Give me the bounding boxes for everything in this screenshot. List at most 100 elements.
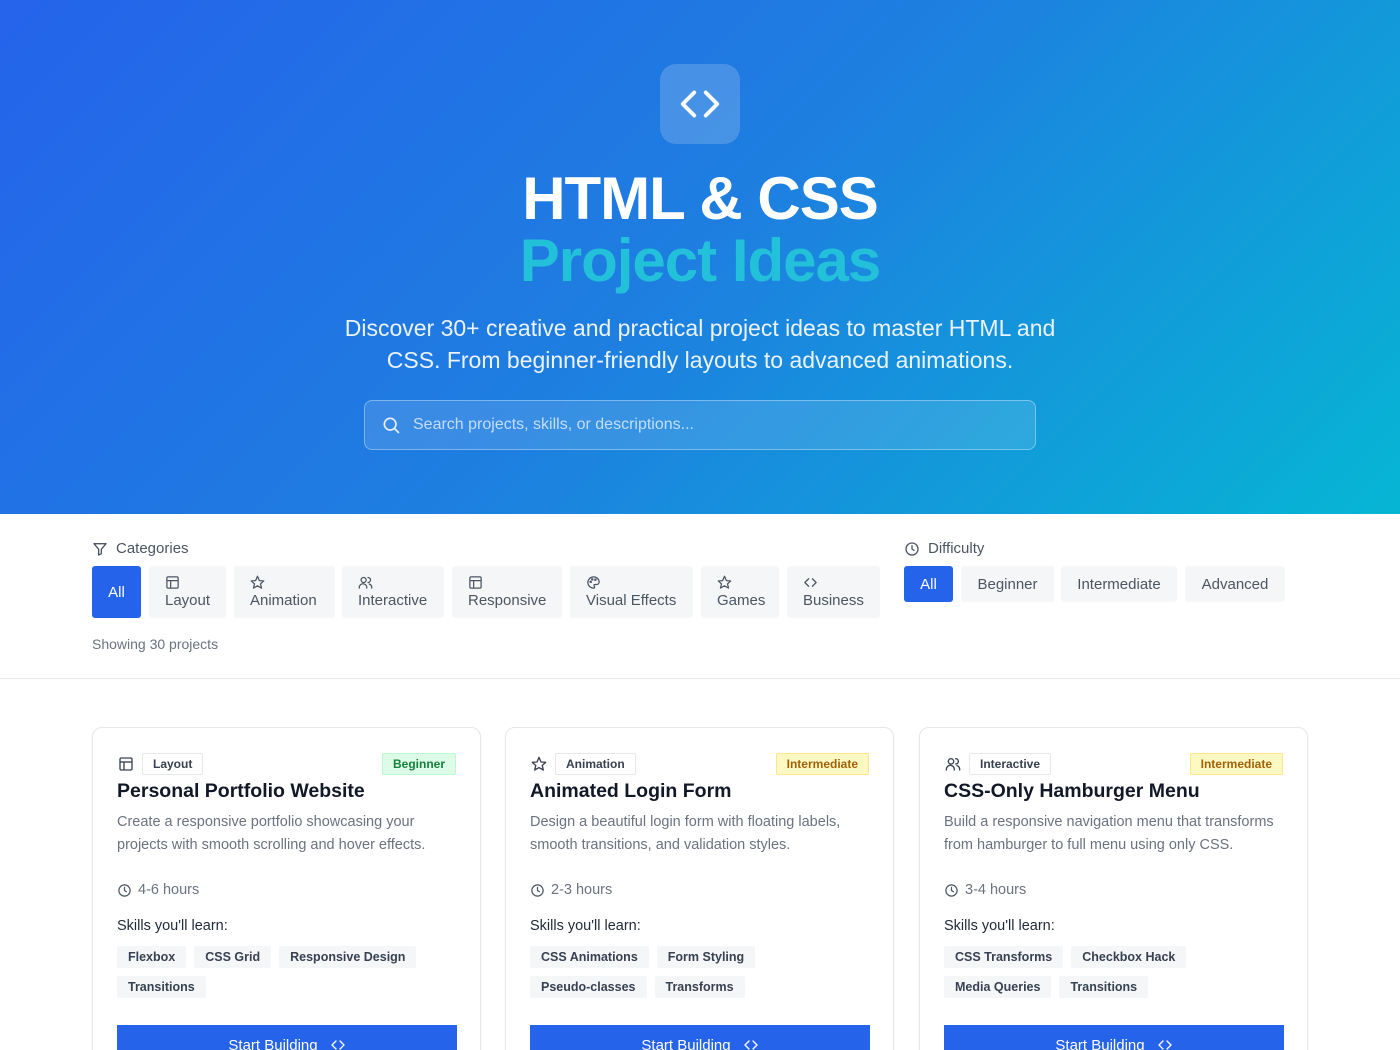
category-tag: Animation: [555, 753, 636, 775]
start-building-button[interactable]: Start Building: [944, 1025, 1284, 1050]
star-icon: [250, 575, 265, 589]
code-icon: [743, 1040, 758, 1050]
category-chip-label: Animation: [250, 592, 317, 609]
skill-tag: Checkbox Hack: [1071, 946, 1187, 968]
project-card: Interactive Intermediate CSS-Only Hambur…: [919, 727, 1308, 1050]
category-chip-all[interactable]: All: [92, 566, 141, 618]
category-chip-animation[interactable]: Animation: [234, 566, 335, 618]
skill-tag: Form Styling: [656, 946, 756, 968]
card-description: Build a responsive navigation menu that …: [944, 814, 1274, 853]
category-chip-business[interactable]: Business: [787, 566, 880, 618]
categories-label: Categories: [116, 540, 189, 557]
users-icon: [358, 576, 373, 589]
start-building-label: Start Building: [228, 1036, 318, 1050]
filters-panel: Categories All Layout Animation Interact…: [0, 514, 1400, 679]
difficulty-badge: Intermediate: [1189, 753, 1283, 775]
skill-tag: Pseudo-classes: [530, 976, 647, 998]
start-building-button[interactable]: Start Building: [117, 1025, 457, 1050]
category-chip-visual-effects[interactable]: Visual Effects: [570, 566, 693, 618]
difficulty-chip-label: All: [920, 575, 937, 593]
difficulty-chip-intermediate[interactable]: Intermediate: [1061, 566, 1177, 602]
category-chip-interactive[interactable]: Interactive: [342, 566, 444, 618]
skills-list: CSS Animations Form Styling Pseudo-class…: [530, 946, 875, 998]
duration: 3-4 hours: [944, 882, 1026, 898]
star-icon: [531, 756, 547, 772]
duration-text: 3-4 hours: [965, 882, 1027, 898]
duration: 4-6 hours: [117, 882, 199, 898]
layout-icon: [118, 756, 134, 772]
duration-text: 2-3 hours: [551, 882, 613, 898]
skill-tag: Responsive Design: [279, 946, 417, 968]
categories-heading: Categories: [92, 540, 189, 557]
skill-tag: Transitions: [117, 976, 206, 998]
start-building-label: Start Building: [641, 1036, 731, 1050]
category-tag: Layout: [142, 753, 204, 775]
start-building-button[interactable]: Start Building: [530, 1025, 870, 1050]
project-card: Layout Beginner Personal Portfolio Websi…: [92, 727, 481, 1050]
skill-tag: Flexbox: [117, 946, 187, 968]
skill-tag: Media Queries: [944, 976, 1052, 998]
difficulty-chip-advanced[interactable]: Advanced: [1185, 566, 1285, 602]
star-icon: [717, 575, 732, 589]
hero-title-accent: Project Ideas: [519, 227, 882, 294]
difficulty-badge: Beginner: [381, 753, 456, 775]
category-chip-label: Visual Effects: [586, 592, 677, 609]
skill-tag: Transforms: [654, 976, 745, 998]
clock-icon: [945, 883, 958, 897]
category-chip-label: Layout: [165, 592, 211, 609]
category-chip-label: Business: [803, 592, 864, 609]
search-bar: [364, 400, 1036, 450]
skills-heading: Skills you'll learn:: [944, 918, 1055, 934]
category-chip-games[interactable]: Games: [701, 566, 779, 618]
clock-icon: [531, 883, 544, 897]
card-description: Create a responsive portfolio showcasing…: [117, 814, 426, 853]
difficulty-chip-label: Intermediate: [1077, 575, 1161, 593]
card-title: Animated Login Form: [530, 780, 732, 802]
skill-tag: CSS Grid: [194, 946, 272, 968]
card-description: Design a beautiful login form with float…: [530, 814, 841, 853]
code-icon: [660, 64, 740, 144]
difficulty-chip-label: Beginner: [977, 575, 1038, 593]
category-chip-label: Games: [717, 592, 766, 609]
skill-tag: CSS Animations: [530, 946, 649, 968]
skills-list: CSS Transforms Checkbox Hack Media Queri…: [944, 946, 1289, 998]
palette-icon: [587, 576, 600, 589]
difficulty-chip-beginner[interactable]: Beginner: [961, 566, 1054, 602]
code-icon: [804, 578, 817, 587]
hero-subtitle: Discover 30+ creative and practical proj…: [344, 315, 1056, 373]
layout-icon: [469, 576, 482, 589]
category-tag: Interactive: [969, 753, 1052, 775]
clock-icon: [905, 541, 919, 556]
skills-heading: Skills you'll learn:: [117, 918, 228, 934]
category-chip-label: Responsive: [468, 592, 547, 609]
project-card: Animation Intermediate Animated Login Fo…: [505, 727, 894, 1050]
hero-title: HTML & CSS: [522, 165, 879, 232]
difficulty-chip-label: Advanced: [1201, 575, 1269, 593]
filter-icon: [93, 542, 107, 556]
code-icon: [330, 1040, 345, 1050]
duration-text: 4-6 hours: [138, 882, 200, 898]
category-chip-label: Interactive: [358, 592, 428, 609]
difficulty-heading: Difficulty: [904, 540, 984, 557]
difficulty-chip-all[interactable]: All: [904, 566, 953, 602]
skills-heading: Skills you'll learn:: [530, 918, 641, 934]
result-count: Showing 30 projects: [92, 636, 219, 652]
category-chip-layout[interactable]: Layout: [149, 566, 226, 618]
layout-icon: [166, 576, 179, 589]
difficulty-label: Difficulty: [928, 540, 985, 557]
difficulty-badge: Intermediate: [775, 753, 869, 775]
duration: 2-3 hours: [530, 882, 612, 898]
code-icon: [1157, 1040, 1172, 1050]
category-chip-label: All: [108, 583, 125, 601]
users-icon: [945, 756, 961, 772]
clock-icon: [118, 883, 131, 897]
card-title: Personal Portfolio Website: [117, 780, 365, 802]
skill-tag: CSS Transforms: [944, 946, 1064, 968]
start-building-label: Start Building: [1055, 1036, 1145, 1050]
category-chip-responsive[interactable]: Responsive: [452, 566, 562, 618]
skills-list: Flexbox CSS Grid Responsive Design Trans…: [117, 946, 462, 998]
hero-section: HTML & CSS Project Ideas Discover 30+ cr…: [0, 0, 1400, 514]
search-icon: [381, 415, 401, 435]
skill-tag: Transitions: [1059, 976, 1149, 998]
search-input[interactable]: [413, 402, 1035, 448]
